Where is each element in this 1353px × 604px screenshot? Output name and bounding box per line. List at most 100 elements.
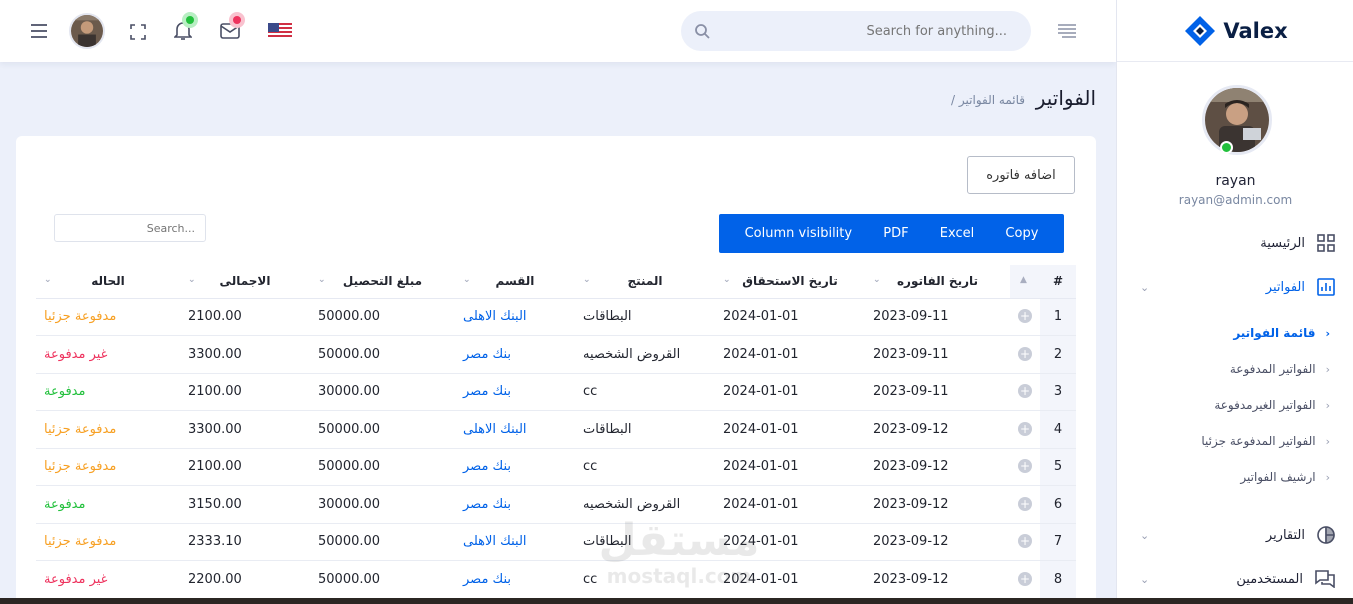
sort-icon: ⌄ <box>44 275 52 285</box>
page-title: الفواتير <box>1035 86 1096 110</box>
hamburger-menu-icon[interactable] <box>29 22 49 40</box>
excel-button[interactable]: Excel <box>940 226 974 241</box>
product: البطاقات <box>575 523 715 561</box>
sidebar-subitem-archive[interactable]: ارشيف الفواتير › <box>1116 465 1353 489</box>
expand-row-icon[interactable]: + <box>1010 523 1040 561</box>
invoices-table: # ▲ تاريخ الفاتوره ⌄ تاريخ الاستحقاق ⌄ الم… <box>36 265 1076 599</box>
fullscreen-icon[interactable] <box>128 22 148 42</box>
column-visibility-button[interactable]: Column visibility <box>745 226 853 241</box>
total-amount: 2200.00 <box>180 560 310 599</box>
collection-amount: 50000.00 <box>310 410 455 449</box>
invoice-date: 2023-09-11 <box>865 298 1010 336</box>
expand-row-icon[interactable]: + <box>1010 410 1040 449</box>
global-search-input[interactable] <box>717 11 1007 51</box>
expand-row-icon[interactable]: + <box>1010 373 1040 411</box>
section-link[interactable]: بنك مصر <box>455 335 575 374</box>
total-amount: 3300.00 <box>180 410 310 449</box>
collection-amount: 50000.00 <box>310 523 455 561</box>
grid-icon <box>1317 234 1335 252</box>
product: cc <box>575 448 715 486</box>
sidebar-subitem-unpaid[interactable]: الفواتير الغيرمدفوعة › <box>1116 393 1353 417</box>
section-link[interactable]: البنك الاهلى <box>455 298 575 336</box>
collection-amount: 30000.00 <box>310 485 455 524</box>
expand-row-icon[interactable]: + <box>1010 448 1040 486</box>
product: cc <box>575 373 715 411</box>
total-amount: 2100.00 <box>180 373 310 411</box>
chevron-down-icon: ⌄ <box>1140 280 1150 294</box>
col-header-index[interactable]: # <box>1040 265 1076 299</box>
col-header-section[interactable]: القسم ⌄ <box>455 265 575 299</box>
collection-amount: 30000.00 <box>310 373 455 411</box>
online-status-dot <box>1220 141 1233 154</box>
chevron-down-icon: ⌄ <box>1140 572 1150 586</box>
expand-row-icon[interactable]: + <box>1010 298 1040 336</box>
expand-row-icon[interactable]: + <box>1010 335 1040 374</box>
profile-avatar[interactable] <box>1202 85 1272 155</box>
invoice-date: 2023-09-11 <box>865 373 1010 411</box>
section-link[interactable]: بنك مصر <box>455 485 575 524</box>
col-header-product[interactable]: المنتج ⌄ <box>575 265 715 299</box>
collection-amount: 50000.00 <box>310 335 455 374</box>
sidebar-item-home[interactable]: الرئيسية <box>1116 228 1353 258</box>
sort-icon: ⌄ <box>583 275 591 285</box>
subitem-label: الفواتير المدفوعة <box>1229 362 1316 376</box>
section-link[interactable]: بنك مصر <box>455 448 575 486</box>
sidebar-item-label: المستخدمين <box>1236 571 1303 587</box>
user-avatar[interactable] <box>69 13 105 49</box>
col-header-total[interactable]: الاجمالى ⌄ <box>180 265 310 299</box>
col-header-status[interactable]: الحاله ⌄ <box>36 265 180 299</box>
collection-amount: 50000.00 <box>310 448 455 486</box>
mail-icon[interactable] <box>219 21 241 41</box>
valex-logo-icon <box>1185 15 1216 46</box>
section-link[interactable]: بنك مصر <box>455 560 575 599</box>
table-row: 7 +2023-09-12 2024-01-01 البطاقات البنك الاه… <box>36 523 1076 561</box>
us-flag-icon[interactable] <box>268 23 292 39</box>
sidebar-item-users[interactable]: ⌄ المستخدمين <box>1116 564 1353 594</box>
header-label: تاريخ الاستحقاق <box>742 274 838 289</box>
copy-button[interactable]: Copy <box>1005 226 1038 241</box>
sidebar-subitem-partial[interactable]: الفواتير المدفوعة جزئيا › <box>1116 429 1353 453</box>
col-header-invoice-date[interactable]: تاريخ الفاتوره ⌄ <box>865 265 1010 299</box>
sidebar-item-reports[interactable]: ⌄ التقارير <box>1116 520 1353 550</box>
col-header-due-date[interactable]: تاريخ الاستحقاق ⌄ <box>715 265 865 299</box>
sidebar-item-invoices[interactable]: ⌄ الفواتير <box>1116 272 1353 302</box>
table-search-input[interactable] <box>54 214 206 242</box>
header-label: تاريخ الفاتوره <box>896 274 979 289</box>
expand-row-icon[interactable]: + <box>1010 560 1040 599</box>
section-link[interactable]: بنك مصر <box>455 373 575 411</box>
section-link[interactable]: البنك الاهلى <box>455 523 575 561</box>
brand-logo[interactable]: Valex <box>1117 0 1353 62</box>
sidebar-subitem-invoice-list[interactable]: قائمة الفواتير › <box>1116 321 1353 345</box>
header-label: # <box>1052 274 1064 289</box>
row-index: 2 <box>1040 335 1076 374</box>
row-index: 8 <box>1040 560 1076 599</box>
breadcrumb[interactable]: / قائمه الفواتير <box>951 93 1025 107</box>
section-link[interactable]: البنك الاهلى <box>455 410 575 449</box>
col-header-collection[interactable]: مبلغ التحصيل ⌄ <box>310 265 455 299</box>
invoice-date: 2023-09-12 <box>865 485 1010 524</box>
expand-row-icon[interactable]: + <box>1010 485 1040 524</box>
sort-icon: ⌄ <box>188 275 196 285</box>
sidebar-subitem-paid[interactable]: الفواتير المدفوعة › <box>1116 357 1353 381</box>
header-label: المنتج <box>627 274 663 289</box>
sidebar-item-label: الرئيسية <box>1260 235 1305 251</box>
table-row: 5 +2023-09-12 2024-01-01 cc بنك مصر 50000.00 2… <box>36 448 1076 486</box>
search-icon[interactable] <box>693 22 711 40</box>
add-invoice-button[interactable]: اضافه فاتوره <box>967 156 1075 194</box>
subitem-label: الفواتير المدفوعة جزئيا <box>1201 434 1316 448</box>
total-amount: 3300.00 <box>180 335 310 374</box>
col-header-expand[interactable]: ▲ <box>1010 265 1040 299</box>
table-row: 1 +2023-09-11 2024-01-01 البطاقات البنك الاه… <box>36 298 1076 336</box>
chart-bar-icon <box>1317 278 1335 296</box>
table-row: 3 +2023-09-11 2024-01-01 cc بنك مصر 30000.00 2… <box>36 373 1076 411</box>
collection-amount: 50000.00 <box>310 298 455 336</box>
invoice-date: 2023-09-12 <box>865 448 1010 486</box>
text-align-icon[interactable] <box>1056 23 1078 39</box>
status-badge: مدفوعة جزئيا <box>36 523 180 561</box>
pdf-button[interactable]: PDF <box>883 226 908 241</box>
due-date: 2024-01-01 <box>715 298 865 336</box>
total-amount: 2333.10 <box>180 523 310 561</box>
product: cc <box>575 560 715 599</box>
header-label: مبلغ التحصيل <box>342 274 423 289</box>
brand-name: Valex <box>1223 18 1288 43</box>
